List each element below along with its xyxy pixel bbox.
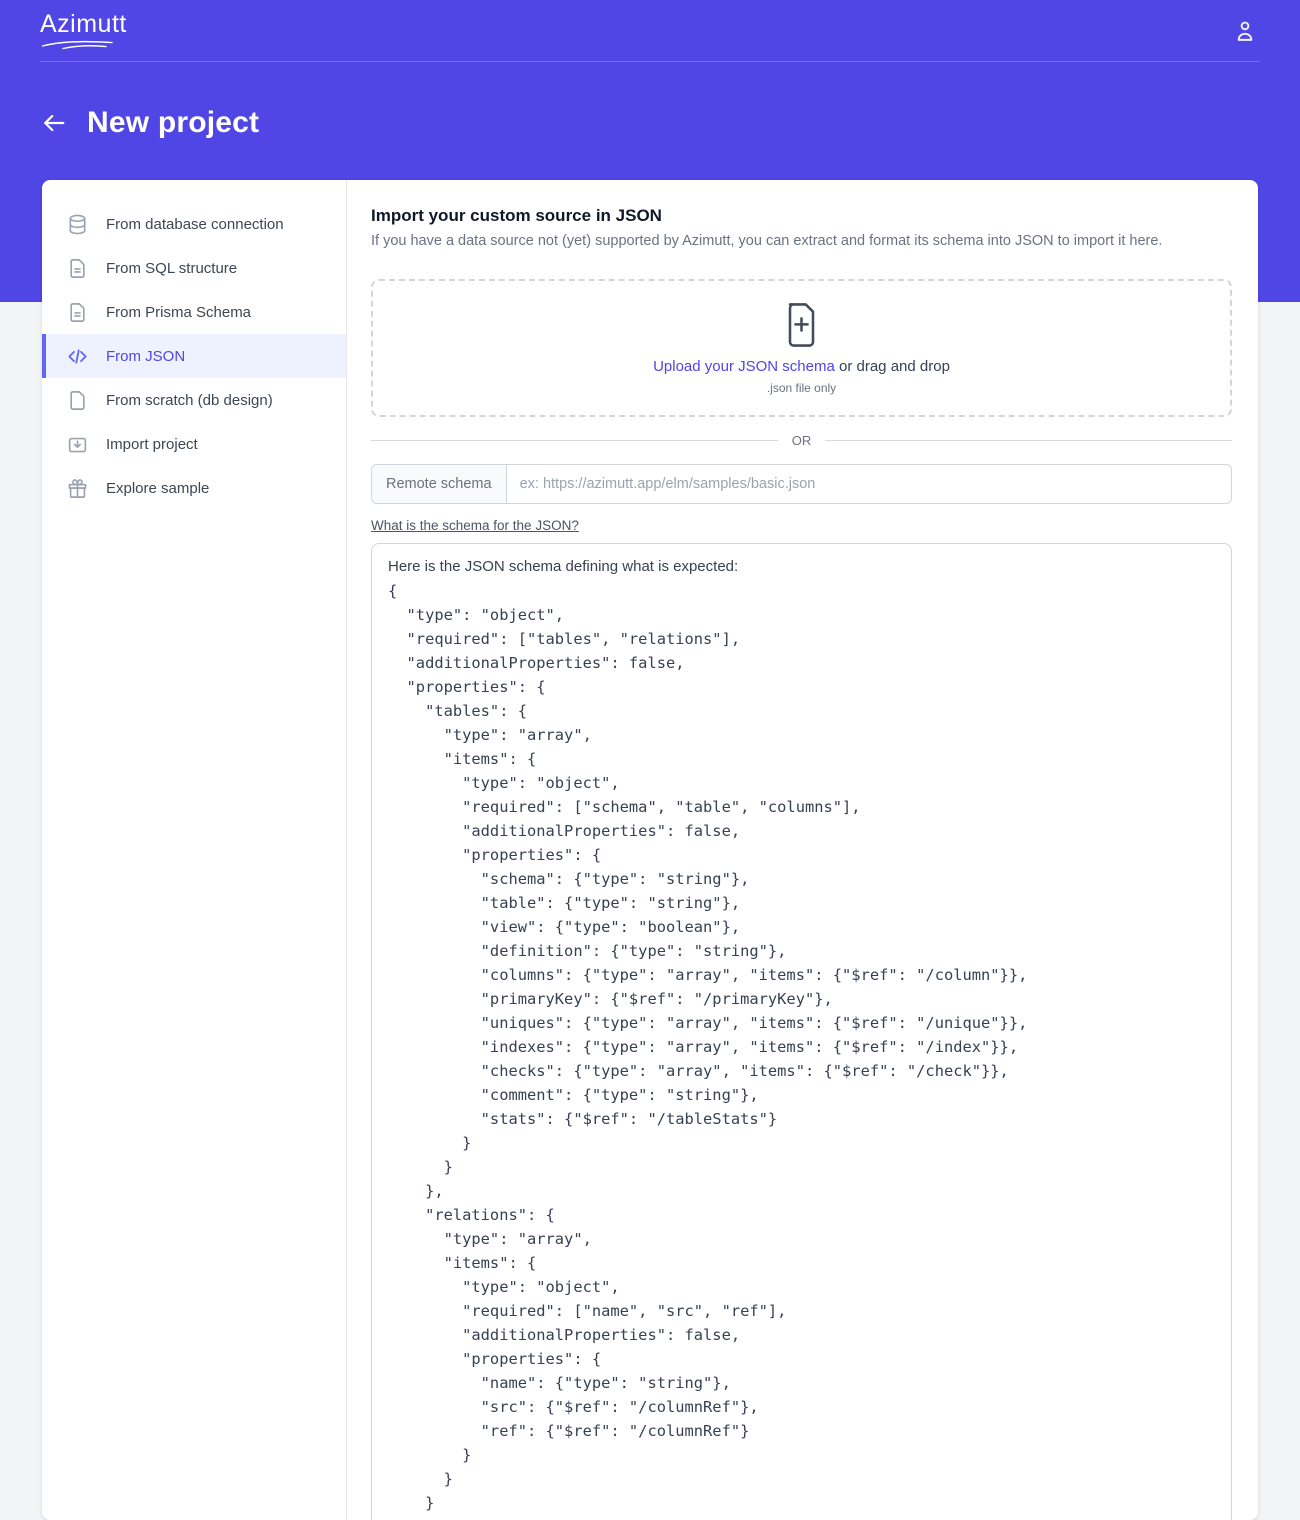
sidebar-item-label: From Prisma Schema — [106, 304, 251, 321]
upload-dropzone[interactable]: Upload your JSON schema or drag and drop… — [371, 279, 1232, 417]
code-icon — [66, 345, 89, 368]
person-icon — [1232, 18, 1258, 44]
app-header: Azimutt — [40, 0, 1260, 62]
schema-intro-text: Here is the JSON schema defining what is… — [388, 555, 1215, 579]
json-schema-code: { "type": "object", "required": ["tables… — [388, 579, 1215, 1520]
upload-link[interactable]: Upload your JSON schema — [653, 358, 835, 375]
database-icon — [66, 213, 89, 236]
sidebar-item-import-project[interactable]: Import project — [42, 422, 346, 466]
sidebar-item-label: From JSON — [106, 348, 185, 365]
main-content: Import your custom source in JSON If you… — [347, 180, 1258, 1520]
user-menu-button[interactable] — [1230, 16, 1260, 46]
drag-drop-text: or drag and drop — [835, 358, 950, 375]
sidebar-item-from-database-connection[interactable]: From database connection — [42, 202, 346, 246]
upload-instruction: Upload your JSON schema or drag and drop — [653, 358, 950, 375]
sidebar-item-from-prisma-schema[interactable]: From Prisma Schema — [42, 290, 346, 334]
file-plus-icon — [783, 302, 820, 348]
sidebar-item-label: Import project — [106, 436, 198, 453]
logo-swoosh-icon — [41, 39, 115, 50]
remote-schema-group: Remote schema — [371, 464, 1232, 504]
sidebar-item-explore-sample[interactable]: Explore sample — [42, 466, 346, 510]
json-schema-box: Here is the JSON schema defining what is… — [371, 543, 1232, 1520]
brand-logo[interactable]: Azimutt — [40, 12, 127, 50]
sidebar-item-label: From SQL structure — [106, 260, 237, 277]
page-title: New project — [87, 106, 259, 140]
sidebar-item-from-json[interactable]: From JSON — [42, 334, 346, 378]
sidebar-item-label: Explore sample — [106, 480, 209, 497]
file-type-hint: .json file only — [767, 381, 836, 395]
or-divider: OR — [371, 433, 1232, 448]
or-divider-label: OR — [792, 433, 812, 448]
document-icon — [66, 257, 89, 280]
sidebar-item-from-scratch[interactable]: From scratch (db design) — [42, 378, 346, 422]
divider-line — [371, 440, 778, 441]
sidebar-item-from-sql-structure[interactable]: From SQL structure — [42, 246, 346, 290]
schema-help-link[interactable]: What is the schema for the JSON? — [371, 518, 579, 533]
back-arrow-icon — [40, 109, 68, 137]
document-icon — [66, 301, 89, 324]
main-subtitle: If you have a data source not (yet) supp… — [371, 233, 1232, 249]
sidebar-item-label: From database connection — [106, 216, 284, 233]
divider-line — [825, 440, 1232, 441]
gift-icon — [66, 477, 89, 500]
import-icon — [66, 433, 89, 456]
sidebar-item-label: From scratch (db design) — [106, 392, 273, 409]
sidebar: From database connection From SQL struct… — [42, 180, 347, 1520]
brand-name: Azimutt — [40, 12, 127, 37]
back-button[interactable] — [40, 108, 70, 138]
main-title: Import your custom source in JSON — [371, 206, 1232, 226]
new-project-card: From database connection From SQL struct… — [42, 180, 1258, 1520]
remote-schema-addon: Remote schema — [371, 464, 506, 504]
remote-schema-input[interactable] — [506, 464, 1232, 504]
blank-document-icon — [66, 389, 89, 412]
